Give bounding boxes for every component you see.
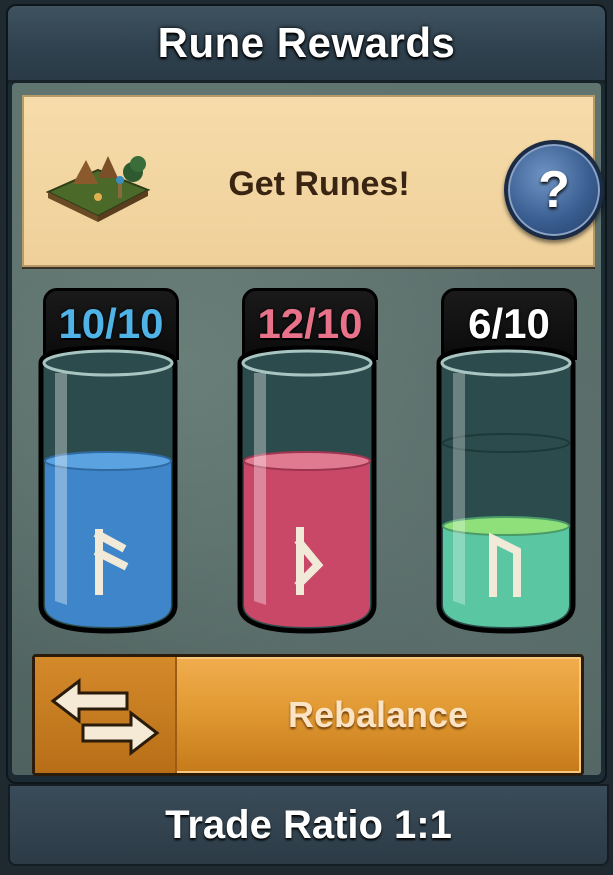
get-runes-title: Get Runes! (228, 165, 410, 203)
question-mark-icon: ? (538, 161, 570, 219)
village-camp-icon (45, 156, 151, 222)
page-title: Rune Rewards (157, 19, 456, 66)
rune-jar-red[interactable]: 12/10 (232, 288, 382, 640)
rune-jar-blue[interactable]: 10/10 (33, 288, 183, 640)
swap-arrows-icon (50, 677, 160, 757)
jar-graphic (436, 345, 576, 634)
help-button[interactable]: ? (504, 140, 604, 240)
jar-graphic (237, 345, 377, 634)
trade-ratio-text: Trade Ratio 1:1 (165, 802, 452, 847)
title-bar: Rune Rewards (8, 6, 605, 83)
rebalance-label: Rebalance (287, 694, 469, 735)
jar-graphic (38, 345, 178, 634)
trade-ratio-bar: Trade Ratio 1:1 (8, 784, 609, 866)
rebalance-button[interactable]: Rebalance (32, 654, 584, 776)
rune-jar-green[interactable]: 6/10 (431, 288, 581, 640)
